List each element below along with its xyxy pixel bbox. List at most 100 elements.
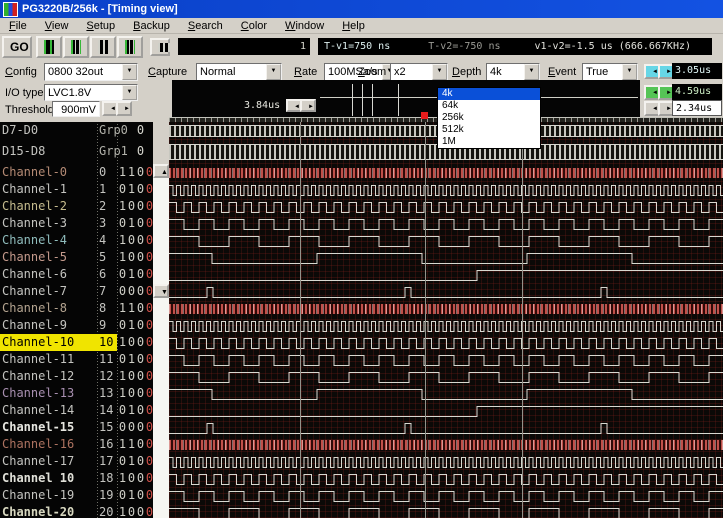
window-right-button[interactable]: ► <box>300 99 316 112</box>
menu-item-window[interactable]: Window <box>276 20 333 32</box>
channel-bit-3: 0 <box>145 402 153 419</box>
waveform-view-button-2[interactable] <box>63 36 89 58</box>
channel-bit-0: 0 <box>118 266 127 283</box>
channel-bit-1: 0 <box>127 368 136 385</box>
threshold-field[interactable]: 900mV <box>52 101 100 117</box>
channel-name: Channel-8 <box>2 300 67 317</box>
pulse-waveform-ch15 <box>169 419 723 438</box>
bus-mode-button[interactable] <box>150 38 170 56</box>
position-overview-bar[interactable]: 3.84us ◄ ► <box>172 80 640 120</box>
channel-bit-0: 0 <box>118 215 127 232</box>
depth-option-1M[interactable]: 1M <box>438 136 540 148</box>
chevron-down-icon[interactable]: ▼ <box>266 64 281 80</box>
channel-bit-1: 1 <box>127 453 136 470</box>
channel-row-5[interactable]: Channel-551000 <box>0 249 153 266</box>
channel-row-6[interactable]: Channel-660100 <box>0 266 153 283</box>
channel-row-15[interactable]: Channel-15150000 <box>0 419 153 436</box>
channel-index: 20 <box>99 504 113 518</box>
channel-row-19[interactable]: Channel-19190100 <box>0 487 153 504</box>
waveform-stripes-icon <box>71 40 81 54</box>
depth-combo[interactable]: 4k ▼ <box>486 63 540 81</box>
channel-bit-0: 0 <box>118 317 127 334</box>
scroll-down-icon[interactable]: ▼ <box>153 284 169 298</box>
menu-item-help[interactable]: Help <box>333 20 374 32</box>
chevron-down-icon[interactable]: ▼ <box>622 64 637 80</box>
channel-row-13[interactable]: Channel-13131000 <box>0 385 153 402</box>
channel-row-3[interactable]: Channel-330100 <box>0 215 153 232</box>
io-type-combo[interactable]: LVC1.8V ▼ <box>44 84 138 101</box>
menu-item-backup[interactable]: Backup <box>124 20 179 32</box>
channel-bit-3: 0 <box>145 215 153 232</box>
channel-row-1[interactable]: Channel-110100 <box>0 181 153 198</box>
depth-option-64k[interactable]: 64k <box>438 100 540 112</box>
zoom-value: x2 <box>394 66 406 78</box>
chevron-down-icon[interactable]: ▼ <box>524 64 539 80</box>
chevron-down-icon[interactable]: ▼ <box>432 64 447 80</box>
channel-row-10[interactable]: Channel-10101000 <box>0 334 153 351</box>
channel-name: Channel-15 <box>2 419 74 436</box>
config-combo[interactable]: 0800 32out ▼ <box>44 63 138 81</box>
zoom-combo[interactable]: x2 ▼ <box>390 63 448 81</box>
trigger-marker[interactable] <box>421 112 428 119</box>
channel-row-7[interactable]: Channel-770000 <box>0 283 153 300</box>
channel-row-2[interactable]: Channel-221000 <box>0 198 153 215</box>
channel-name: Channel-9 <box>2 317 67 334</box>
chevron-down-icon[interactable]: ▼ <box>122 85 137 100</box>
channel-row-11[interactable]: Channel-11110100 <box>0 351 153 368</box>
view-window-marker[interactable] <box>398 84 399 116</box>
measure-t-v2: T-v2=-750 ns <box>428 38 500 55</box>
channel-bit-1: 1 <box>127 351 136 368</box>
channel-row-0[interactable]: Channel-001100 <box>0 164 153 181</box>
channel-index: 1 <box>99 181 106 198</box>
channel-row-16[interactable]: Channel-16161100 <box>0 436 153 453</box>
channel-row-18[interactable]: Channel 10181000 <box>0 470 153 487</box>
channel-bit-2: 0 <box>136 385 145 402</box>
scroll-up-icon[interactable]: ▲ <box>153 164 169 178</box>
capture-combo[interactable]: Normal ▼ <box>196 63 282 81</box>
depth-option-256k[interactable]: 256k <box>438 112 540 124</box>
cursor-v1[interactable] <box>300 122 301 518</box>
menu-item-search[interactable]: Search <box>179 20 232 32</box>
channel-row-4[interactable]: Channel-441000 <box>0 232 153 249</box>
channel-row-8[interactable]: Channel-881100 <box>0 300 153 317</box>
view-window-marker[interactable] <box>372 84 373 116</box>
menu-bar: FileViewSetupBackupSearchColorWindowHelp <box>0 18 723 34</box>
channel-bit-2: 0 <box>136 249 145 266</box>
menu-item-file[interactable]: File <box>0 20 36 32</box>
channel-bit-1: 1 <box>127 300 136 317</box>
channel-bit-3: 0 <box>145 334 153 351</box>
depth-option-512k[interactable]: 512k <box>438 124 540 136</box>
title-bar[interactable]: PG3220B/256k - [Timing view] <box>0 0 723 18</box>
group-row-grp1[interactable]: D15-D8Grp10 <box>0 139 153 164</box>
channel-bit-0: 0 <box>118 181 127 198</box>
depth-option-4k[interactable]: 4k <box>438 88 540 100</box>
channel-scrollbar[interactable]: ▲ ▼ <box>153 164 169 518</box>
cursor-trigger[interactable] <box>425 122 426 518</box>
waveform-view-button-3[interactable] <box>90 36 116 58</box>
event-combo[interactable]: True ▼ <box>582 63 638 81</box>
waveform-area[interactable] <box>169 122 723 518</box>
threshold-increase-button[interactable]: ► <box>116 101 132 116</box>
menu-item-color[interactable]: Color <box>232 20 276 32</box>
group-row-grp0[interactable]: D7-D0Grp00 <box>0 122 153 139</box>
channel-bit-1: 1 <box>127 181 136 198</box>
capture-label: Capture <box>148 66 187 78</box>
channel-row-20[interactable]: Channel-20201000 <box>0 504 153 518</box>
waveform-view-button-1[interactable] <box>36 36 62 58</box>
view-window-marker[interactable] <box>362 84 363 116</box>
event-value: True <box>586 66 608 78</box>
go-button[interactable]: GO <box>2 36 32 58</box>
depth-label: Depth <box>452 66 481 78</box>
channel-name: Channel-12 <box>2 368 74 385</box>
channel-row-14[interactable]: Channel-14140100 <box>0 402 153 419</box>
menu-item-view[interactable]: View <box>36 20 78 32</box>
channel-bit-1: 1 <box>127 266 136 283</box>
cursor-v2[interactable] <box>522 122 523 518</box>
menu-item-setup[interactable]: Setup <box>77 20 124 32</box>
chevron-down-icon[interactable]: ▼ <box>122 64 137 80</box>
waveform-view-button-4[interactable] <box>117 36 143 58</box>
channel-row-17[interactable]: Channel-17170100 <box>0 453 153 470</box>
channel-row-9[interactable]: Channel-990100 <box>0 317 153 334</box>
channel-row-12[interactable]: Channel-12121000 <box>0 368 153 385</box>
view-window-marker[interactable] <box>352 84 353 116</box>
